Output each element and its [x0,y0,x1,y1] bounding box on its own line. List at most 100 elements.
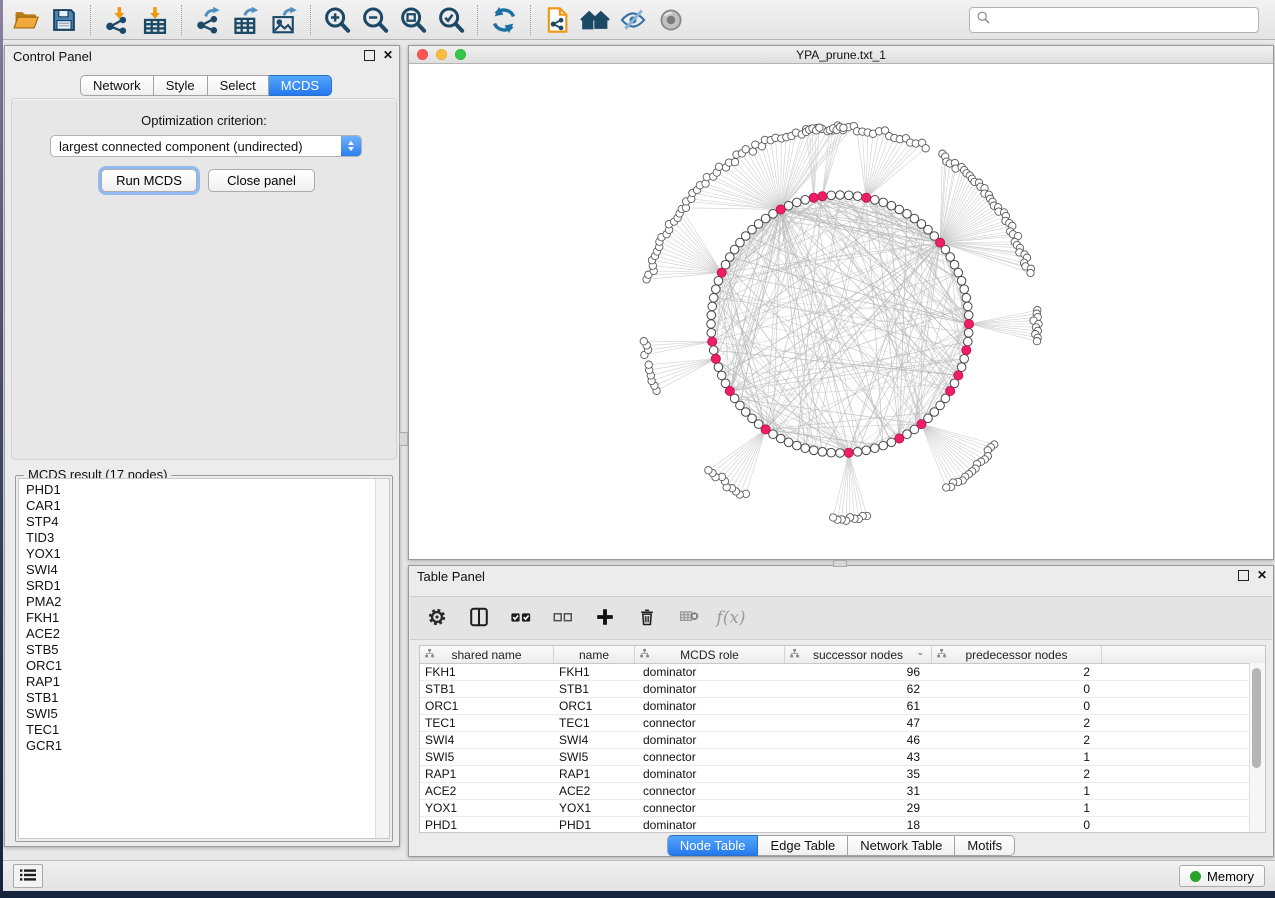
close-window-icon[interactable] [417,49,428,60]
select-all-button[interactable] [508,605,534,631]
network-window-titlebar[interactable]: YPA_prune.txt_1 [409,46,1273,64]
table-row[interactable]: RAP1RAP1dominator352 [420,766,1265,783]
tab-select[interactable]: Select [208,75,269,96]
import-network-button[interactable] [98,3,136,37]
network-graph[interactable] [410,64,1272,558]
table-row[interactable]: SWI4SWI4dominator462 [420,732,1265,749]
cell-successor_nodes: 31 [785,783,932,799]
tab-motifs[interactable]: Motifs [955,835,1015,856]
table-row[interactable]: SWI5SWI5connector431 [420,749,1265,766]
mcds-result-item[interactable]: SRD1 [19,578,389,594]
import-table-button[interactable] [136,3,174,37]
search-input[interactable] [991,12,1258,28]
optimization-criterion-select[interactable]: largest connected component (undirected) [50,135,362,157]
network-file-button[interactable] [538,3,576,37]
export-network-button[interactable] [189,3,227,37]
mcds-result-item[interactable]: TID3 [19,530,389,546]
mcds-result-item[interactable]: YOX1 [19,546,389,562]
show-eye-button[interactable] [652,3,690,37]
table-row[interactable]: YOX1YOX1connector291 [420,800,1265,817]
mcds-result-list[interactable]: PHD1CAR1STP4TID3YOX1SWI4SRD1PMA2FKH1ACE2… [18,478,390,839]
mcds-result-item[interactable]: STP4 [19,514,389,530]
delete-button[interactable] [634,605,660,631]
save-button[interactable] [45,3,83,37]
column-label: successor nodes [813,648,903,662]
search-box[interactable] [969,7,1259,33]
houses-button[interactable] [576,3,614,37]
mcds-result-item[interactable]: ACE2 [19,626,389,642]
tab-mcds[interactable]: MCDS [269,75,332,96]
cell-successor_nodes: 96 [785,664,932,680]
task-history-button[interactable] [13,864,43,888]
mcds-result-item[interactable]: STB5 [19,642,389,658]
network-canvas[interactable] [410,64,1272,558]
horizontal-splitter-handle[interactable] [833,560,847,567]
maximize-window-icon[interactable] [455,49,466,60]
zoom-selected-button[interactable] [432,3,470,37]
table-row[interactable]: ACE2ACE2connector311 [420,783,1265,800]
select-all-icon [509,606,533,631]
tab-edge-table[interactable]: Edge Table [758,835,848,856]
table-row[interactable]: TEC1TEC1connector472 [420,715,1265,732]
table-scrollbar[interactable] [1249,663,1265,832]
gear-button[interactable] [424,605,450,631]
sort-chevron-icon[interactable]: ⌄ [916,647,924,658]
column-header-shared-name[interactable]: shared name [420,646,554,663]
mcds-result-item[interactable]: CAR1 [19,498,389,514]
cell-shared_name: RAP1 [420,766,554,782]
tab-style[interactable]: Style [154,75,208,96]
memory-button[interactable]: Memory [1179,865,1265,887]
cell-successor_nodes: 18 [785,817,932,833]
minimize-window-icon[interactable] [436,49,447,60]
cell-mcds_role: dominator [635,698,785,714]
cell-shared_name: STB1 [420,681,554,697]
float-window-icon[interactable] [1238,570,1249,581]
float-window-icon[interactable] [364,50,375,61]
mcds-result-item[interactable]: STB1 [19,690,389,706]
column-header-name[interactable]: name [554,646,635,663]
mcds-result-item[interactable]: FKH1 [19,610,389,626]
close-panel-button[interactable]: Close panel [208,169,315,192]
mcds-result-item[interactable]: TEC1 [19,722,389,738]
mcds-result-item[interactable]: PMA2 [19,594,389,610]
zoom-fit-button[interactable] [394,3,432,37]
network-file-icon [543,5,571,35]
zoom-in-button[interactable] [318,3,356,37]
mcds-result-item[interactable]: ORC1 [19,658,389,674]
tab-network-table[interactable]: Network Table [848,835,955,856]
cell-predecessor_nodes: 0 [932,698,1102,714]
table-row[interactable]: FKH1FKH1dominator962 [420,664,1265,681]
deselect-all-icon [552,606,574,631]
column-header-successor-nodes[interactable]: successor nodes ⌄ [785,646,932,663]
hide-eye-button[interactable] [614,3,652,37]
export-table-button[interactable] [227,3,265,37]
refresh-button[interactable] [485,3,523,37]
close-panel-icon[interactable]: ✕ [383,49,393,61]
column-header-predecessor-nodes[interactable]: predecessor nodes [932,646,1102,663]
save-icon [50,6,78,34]
tab-network[interactable]: Network [80,75,154,96]
mcds-result-item[interactable]: PHD1 [19,482,389,498]
export-image-button[interactable] [265,3,303,37]
column-header-MCDS-role[interactable]: MCDS role [635,646,785,663]
add-button[interactable] [592,605,618,631]
mcds-result-item[interactable]: SWI5 [19,706,389,722]
table-row[interactable]: PHD1PHD1dominator180 [420,817,1265,834]
deselect-all-button[interactable] [550,605,576,631]
mcds-list-scrollbar[interactable] [375,479,389,838]
mcds-result-item[interactable]: RAP1 [19,674,389,690]
tab-node-table[interactable]: Node Table [667,835,759,856]
columns-button[interactable] [466,605,492,631]
vertical-splitter-handle[interactable] [399,432,408,446]
eye-slash-icon [618,6,648,34]
table-scrollbar-thumb[interactable] [1252,668,1261,768]
close-panel-icon[interactable]: ✕ [1257,569,1267,581]
table-row[interactable]: ORC1ORC1dominator610 [420,698,1265,715]
zoom-out-button[interactable] [356,3,394,37]
table-row[interactable]: STB1STB1dominator620 [420,681,1265,698]
run-mcds-button[interactable]: Run MCDS [101,169,197,192]
mcds-result-item[interactable]: SWI4 [19,562,389,578]
mcds-result-item[interactable]: GCR1 [19,738,389,754]
open-button[interactable] [7,3,45,37]
cell-mcds_role: dominator [635,732,785,748]
